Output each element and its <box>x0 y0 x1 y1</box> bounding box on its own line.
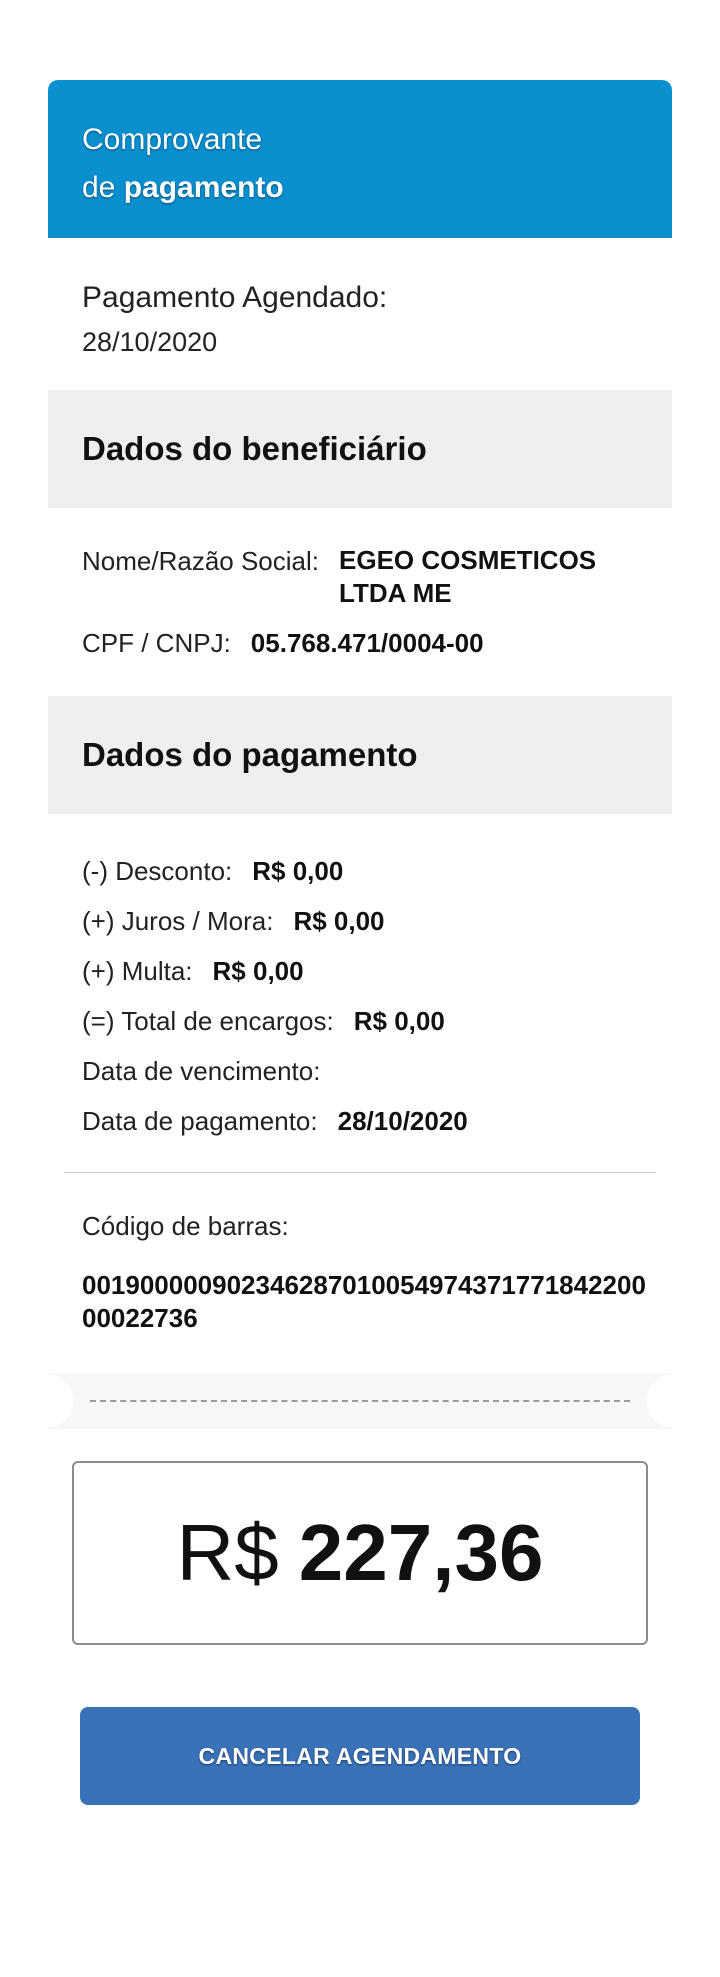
header-title-line2: de pagamento <box>82 164 638 212</box>
receipt-card: Comprovante de pagamento Pagamento Agend… <box>48 80 672 1805</box>
barcode-label: Código de barras: <box>82 1211 289 1241</box>
due-date-label: Data de vencimento: <box>82 1056 321 1086</box>
discount-value: R$ 0,00 <box>252 856 344 886</box>
amount-value: 227,36 <box>298 1508 544 1597</box>
payment-date-label: Data de pagamento: <box>82 1106 318 1136</box>
due-date-row: Data de vencimento: <box>82 1054 638 1088</box>
discount-label: (-) Desconto: <box>82 856 233 886</box>
scheduled-label: Pagamento Agendado: <box>82 281 388 314</box>
header-title-strong: pagamento <box>123 171 284 204</box>
payment-section-title: Dados do pagamento <box>48 696 672 814</box>
payment-details: (-) Desconto: R$ 0,00 (+) Juros / Mora: … <box>48 814 672 1172</box>
barcode-section: Código de barras: 0019000009023462870100… <box>48 1173 672 1373</box>
beneficiary-doc-row: CPF / CNPJ: 05.768.471/0004-00 <box>82 626 638 660</box>
scheduled-info: Pagamento Agendado: 28/10/2020 <box>48 238 672 390</box>
header-title-prefix: de <box>82 171 116 204</box>
payment-date-row: Data de pagamento: 28/10/2020 <box>82 1104 638 1138</box>
charges-label: (=) Total de encargos: <box>82 1006 334 1036</box>
fine-label: (+) Multa: <box>82 956 193 986</box>
beneficiary-details: Nome/Razão Social: EGEO COSMETICOS LTDA … <box>48 508 672 696</box>
perforation-dashed-line <box>90 1400 630 1402</box>
cancel-schedule-button[interactable]: CANCELAR AGENDAMENTO <box>80 1707 640 1805</box>
interest-row: (+) Juros / Mora: R$ 0,00 <box>82 904 638 938</box>
scheduled-date: 28/10/2020 <box>82 327 218 357</box>
interest-label: (+) Juros / Mora: <box>82 906 274 936</box>
beneficiary-name-label: Nome/Razão Social: <box>82 546 319 576</box>
ticket-perforation <box>48 1373 672 1429</box>
interest-value: R$ 0,00 <box>293 906 385 936</box>
amount-currency: R$ <box>176 1508 279 1597</box>
fine-value: R$ 0,00 <box>212 956 304 986</box>
beneficiary-name-row: Nome/Razão Social: EGEO COSMETICOS LTDA … <box>82 544 638 610</box>
payment-date-value: 28/10/2020 <box>337 1106 468 1136</box>
perforation-notch-right <box>646 1375 672 1427</box>
perforation-notch-left <box>48 1375 74 1427</box>
amount-box: R$ 227,36 <box>72 1461 648 1645</box>
barcode-number[interactable]: 0019000009023462870100549743717718422000… <box>82 1269 652 1335</box>
beneficiary-doc-value: 05.768.471/0004-00 <box>250 628 484 658</box>
charges-value: R$ 0,00 <box>353 1006 445 1036</box>
header-title-line1: Comprovante <box>82 123 263 156</box>
beneficiary-section-title: Dados do beneficiário <box>48 390 672 508</box>
beneficiary-doc-label: CPF / CNPJ: <box>82 628 231 658</box>
beneficiary-name-value: EGEO COSMETICOS LTDA ME <box>339 545 597 608</box>
fine-row: (+) Multa: R$ 0,00 <box>82 954 638 988</box>
discount-row: (-) Desconto: R$ 0,00 <box>82 854 638 888</box>
charges-row: (=) Total de encargos: R$ 0,00 <box>82 1004 638 1038</box>
receipt-header: Comprovante de pagamento <box>48 80 672 238</box>
